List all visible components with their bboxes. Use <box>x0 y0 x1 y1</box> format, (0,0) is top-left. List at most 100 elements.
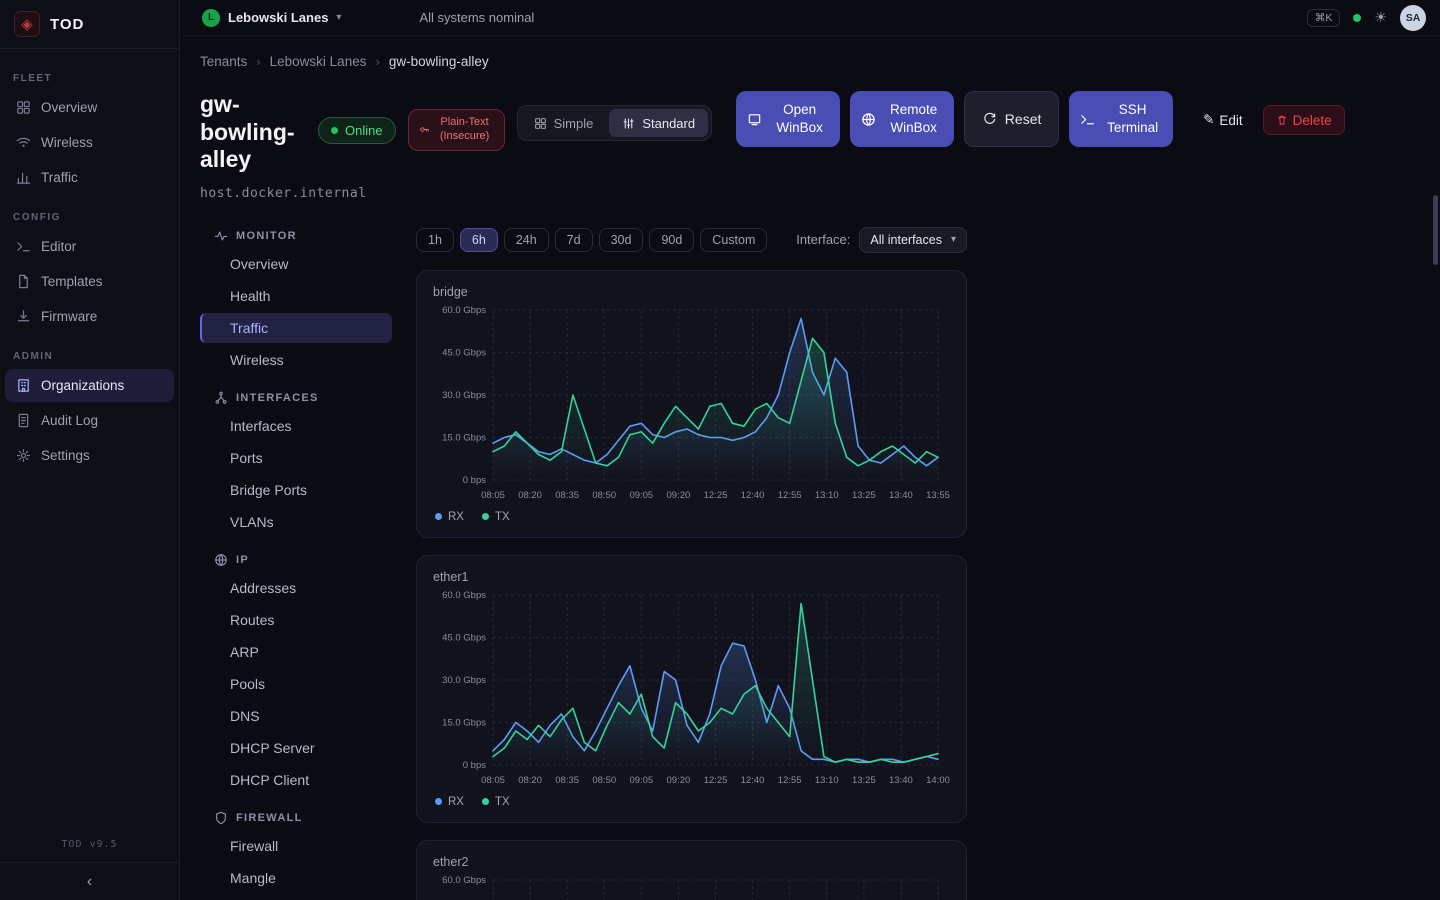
chart-controls: 1h 6h 24h 7d 30d 90d Custom Interface: A… <box>416 227 967 253</box>
svg-text:08:35: 08:35 <box>555 490 579 501</box>
range-6h[interactable]: 6h <box>460 228 498 252</box>
edit-button[interactable]: ✎ Edit <box>1193 105 1253 135</box>
device-nav-pools[interactable]: Pools <box>200 669 392 699</box>
tenant-name: Lebowski Lanes <box>228 10 328 25</box>
open-winbox-button[interactable]: Open WinBox <box>736 91 840 147</box>
traffic-chart-bridge: 0 bps15.0 Gbps30.0 Gbps45.0 Gbps60.0 Gbp… <box>433 302 952 507</box>
range-24h[interactable]: 24h <box>504 228 549 252</box>
sidebar-item-audit-log[interactable]: Audit Log <box>5 404 174 437</box>
legend-tx: TX <box>482 796 510 808</box>
shield-icon <box>214 811 228 825</box>
device-nav-arp[interactable]: ARP <box>200 637 392 667</box>
app-name: TOD <box>50 16 84 33</box>
sidebar-item-traffic[interactable]: Traffic <box>5 161 174 194</box>
device-nav-bridge-ports[interactable]: Bridge Ports <box>200 475 392 505</box>
sidebar-item-label: Audit Log <box>41 413 98 428</box>
breadcrumb-tenant[interactable]: Lebowski Lanes <box>270 54 367 69</box>
device-nav-mangle[interactable]: Mangle <box>200 863 392 893</box>
svg-text:12:55: 12:55 <box>778 775 802 786</box>
gear-icon <box>16 448 31 463</box>
breadcrumb-tenants[interactable]: Tenants <box>200 54 247 69</box>
chart-card-bridge: bridge 0 bps15.0 Gbps30.0 Gbps45.0 Gbps6… <box>416 270 967 538</box>
tenant-avatar: L <box>202 9 220 27</box>
chevron-down-icon: ▾ <box>951 234 956 245</box>
sidebar-section-fleet: FLEET <box>13 73 179 84</box>
key-icon <box>419 124 430 135</box>
device-nav-overview[interactable]: Overview <box>200 249 392 279</box>
device-nav-dhcp-server[interactable]: DHCP Server <box>200 733 392 763</box>
interface-filter: Interface: All interfaces ▾ <box>796 227 967 253</box>
chart-legend: RX TX <box>435 511 950 523</box>
device-nav-wireless[interactable]: Wireless <box>200 345 392 375</box>
sidebar-item-firmware[interactable]: Firmware <box>5 300 174 333</box>
tenant-switcher[interactable]: L Lebowski Lanes ▾ <box>202 9 341 27</box>
globe-icon <box>214 553 228 567</box>
svg-text:12:25: 12:25 <box>704 775 728 786</box>
device-nav-addresses[interactable]: Addresses <box>200 573 392 603</box>
device-nav-dns[interactable]: DNS <box>200 701 392 731</box>
device-nav-section-interfaces: INTERFACES <box>214 391 392 405</box>
scrollbar-thumb[interactable] <box>1433 195 1438 265</box>
status-badge-insecure: Plain-Text (Insecure) <box>408 109 505 151</box>
view-mode-simple[interactable]: Simple <box>521 109 607 137</box>
svg-text:13:55: 13:55 <box>926 490 950 501</box>
delete-button[interactable]: Delete <box>1263 105 1345 135</box>
sidebar-item-label: Traffic <box>41 170 78 185</box>
range-90d[interactable]: 90d <box>649 228 694 252</box>
chevron-down-icon: ▾ <box>336 12 341 23</box>
svg-text:08:20: 08:20 <box>518 490 542 501</box>
sidebar-item-wireless[interactable]: Wireless <box>5 126 174 159</box>
device-host: host.docker.internal <box>200 186 1416 201</box>
status-badge-online: Online <box>318 117 396 144</box>
device-nav-vlans[interactable]: VLANs <box>200 507 392 537</box>
device-nav-routes[interactable]: Routes <box>200 605 392 635</box>
chart-legend: RX TX <box>435 796 950 808</box>
interface-select[interactable]: All interfaces ▾ <box>859 227 967 253</box>
sidebar-nav: FLEET Overview Wireless Traffic CONFIG E… <box>0 49 179 829</box>
range-1h[interactable]: 1h <box>416 228 454 252</box>
sidebar-item-overview[interactable]: Overview <box>5 91 174 124</box>
view-mode-standard[interactable]: Standard <box>609 109 708 137</box>
remote-winbox-button[interactable]: Remote WinBox <box>850 91 954 147</box>
device-header: gw-bowling-alley Online Plain-Text (Inse… <box>200 91 1416 174</box>
device-nav-firewall[interactable]: Firewall <box>200 831 392 861</box>
device-nav-dhcp-client[interactable]: DHCP Client <box>200 765 392 795</box>
network-branch-icon <box>214 391 228 405</box>
system-status-text: All systems nominal <box>419 10 534 25</box>
sidebar-item-editor[interactable]: Editor <box>5 230 174 263</box>
svg-text:08:50: 08:50 <box>592 775 616 786</box>
svg-text:12:25: 12:25 <box>704 490 728 501</box>
chart-title: bridge <box>433 285 950 299</box>
svg-text:09:20: 09:20 <box>667 490 691 501</box>
range-custom[interactable]: Custom <box>700 228 767 252</box>
traffic-chart-ether1: 0 bps15.0 Gbps30.0 Gbps45.0 Gbps60.0 Gbp… <box>433 587 952 792</box>
device-nav-ports[interactable]: Ports <box>200 443 392 473</box>
device-nav-traffic[interactable]: Traffic <box>200 313 392 343</box>
command-palette-shortcut[interactable]: ⌘K <box>1307 9 1341 27</box>
terminal-icon <box>16 239 31 254</box>
device-nav-health[interactable]: Health <box>200 281 392 311</box>
online-dot-icon <box>331 127 338 134</box>
user-avatar[interactable]: SA <box>1400 5 1426 31</box>
device-nav-interfaces[interactable]: Interfaces <box>200 411 392 441</box>
ssh-terminal-button[interactable]: SSH Terminal <box>1069 91 1173 147</box>
reset-button[interactable]: Reset <box>964 91 1059 147</box>
sidebar-collapse-button[interactable]: ‹ <box>0 862 179 900</box>
range-7d[interactable]: 7d <box>555 228 593 252</box>
range-30d[interactable]: 30d <box>599 228 644 252</box>
sidebar-item-label: Wireless <box>41 135 93 150</box>
theme-toggle-icon[interactable]: ☀ <box>1374 9 1387 26</box>
rx-dot-icon <box>435 513 442 520</box>
app-logo: ◈ TOD <box>0 0 179 49</box>
sidebar-item-templates[interactable]: Templates <box>5 265 174 298</box>
svg-text:08:05: 08:05 <box>481 775 505 786</box>
svg-text:12:40: 12:40 <box>741 490 765 501</box>
sidebar-item-settings[interactable]: Settings <box>5 439 174 472</box>
sidebar-item-organizations[interactable]: Organizations <box>5 369 174 402</box>
svg-text:60.0 Gbps: 60.0 Gbps <box>442 590 486 601</box>
svg-text:09:05: 09:05 <box>629 490 653 501</box>
svg-text:15.0 Gbps: 15.0 Gbps <box>442 432 486 443</box>
svg-text:14:00: 14:00 <box>926 775 950 786</box>
legend-rx: RX <box>435 511 464 523</box>
app-root: ◈ TOD FLEET Overview Wireless Traffic CO… <box>0 0 1440 900</box>
